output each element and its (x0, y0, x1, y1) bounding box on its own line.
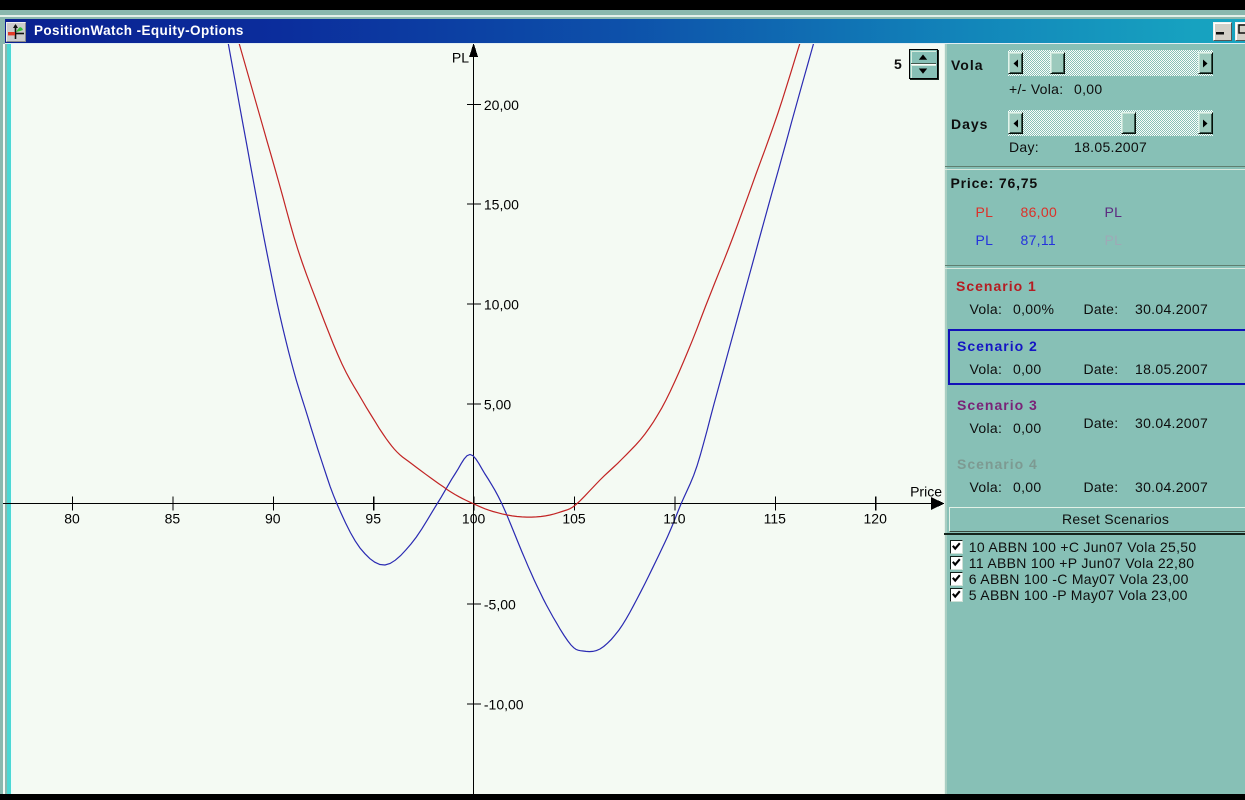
svg-text:-10,00: -10,00 (484, 697, 524, 713)
svg-text:100: 100 (462, 511, 486, 527)
svg-text:5,00: 5,00 (484, 397, 511, 413)
svg-text:80: 80 (64, 511, 80, 527)
svg-text:PL: PL (452, 50, 469, 66)
svg-text:10,00: 10,00 (484, 297, 519, 313)
svg-text:115: 115 (764, 511, 787, 527)
svg-text:-5,00: -5,00 (484, 597, 516, 613)
svg-text:20,00: 20,00 (484, 97, 519, 113)
svg-text:Price: Price (910, 484, 942, 500)
svg-text:120: 120 (864, 511, 888, 527)
svg-text:95: 95 (365, 511, 381, 527)
svg-text:85: 85 (165, 511, 181, 527)
svg-text:110: 110 (663, 511, 686, 527)
svg-text:15,00: 15,00 (484, 197, 519, 213)
svg-text:105: 105 (562, 511, 586, 527)
svg-text:90: 90 (265, 511, 281, 527)
